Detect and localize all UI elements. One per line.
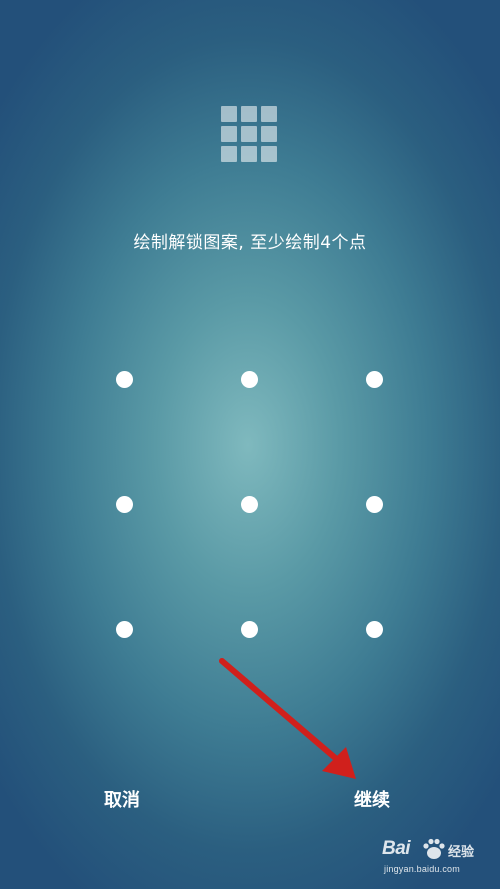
watermark-tag: 经验 xyxy=(448,845,475,860)
pattern-dot-2[interactable] xyxy=(240,370,258,388)
watermark-brand: Bai xyxy=(382,838,411,859)
pattern-dot-5[interactable] xyxy=(240,495,258,513)
continue-button[interactable]: 继续 xyxy=(348,782,396,816)
pattern-dot-4[interactable] xyxy=(115,495,133,513)
pattern-pad[interactable] xyxy=(0,0,500,889)
pattern-dot-9[interactable] xyxy=(365,620,383,638)
baidu-jingyan-watermark: Bai 经验 jingyan.baidu.com xyxy=(382,838,494,882)
pattern-dot-1[interactable] xyxy=(115,370,133,388)
cancel-button[interactable]: 取消 xyxy=(98,782,146,816)
watermark-url: jingyan.baidu.com xyxy=(384,864,460,874)
pattern-dot-7[interactable] xyxy=(115,620,133,638)
pattern-dot-3[interactable] xyxy=(365,370,383,388)
lock-pattern-setup-screen: 绘制解锁图案, 至少绘制4个点 取消 继续 Bai 经验 jingyan.bai… xyxy=(0,0,500,889)
pattern-dot-8[interactable] xyxy=(240,620,258,638)
paw-icon xyxy=(423,838,445,859)
pattern-dot-6[interactable] xyxy=(365,495,383,513)
